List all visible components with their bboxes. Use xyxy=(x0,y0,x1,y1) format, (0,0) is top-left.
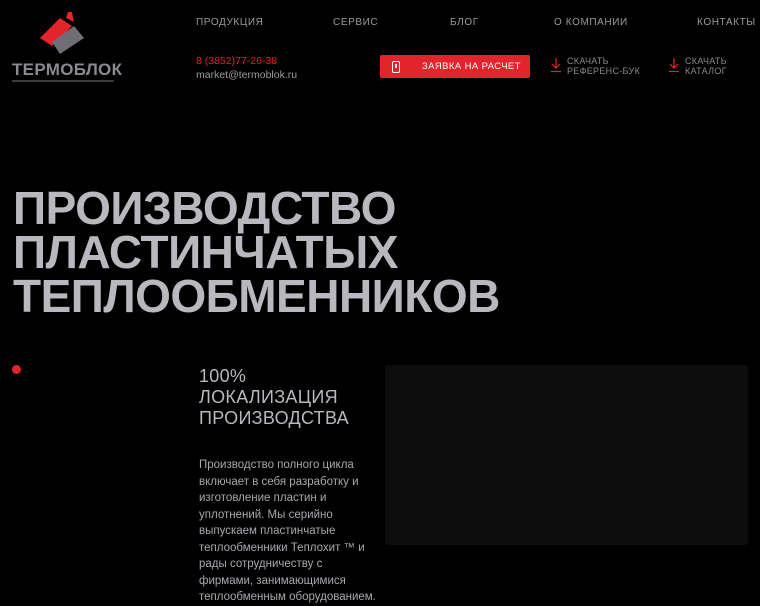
slide-indicator-dot[interactable] xyxy=(12,365,21,374)
main-nav: ПРОДУКЦИЯ СЕРВИС БЛОГ О КОМПАНИИ КОНТАКТ… xyxy=(0,17,760,31)
download-reference-book-label: СКАЧАТЬ РЕФЕРЕНС-БУК xyxy=(567,56,641,76)
nav-item-service[interactable]: СЕРВИС xyxy=(333,17,378,28)
download-icon xyxy=(551,58,561,73)
phone-icon xyxy=(392,60,400,73)
feature-title-line: ПРОИЗВОДСТВА xyxy=(199,408,349,428)
hero-title: ПРОИЗВОДСТВО ПЛАСТИНЧАТЫХ ТЕПЛООБМЕННИКО… xyxy=(13,182,500,322)
hero-title-line: ПЛАСТИНЧАТЫХ xyxy=(13,226,398,278)
logo-tagline-bar xyxy=(12,80,114,82)
feature-description: Производство полного цикла включает в се… xyxy=(199,459,376,603)
download-catalog-label: СКАЧАТЬ КАТАЛОГ xyxy=(685,56,727,76)
request-calculation-button[interactable]: ЗАЯВКА НА РАСЧЕТ xyxy=(380,55,530,78)
nav-item-about[interactable]: О КОМПАНИИ xyxy=(554,17,628,28)
download-catalog-link[interactable]: СКАЧАТЬ КАТАЛОГ xyxy=(668,56,727,76)
phone-link[interactable]: 8 (3852)77-26-38 xyxy=(196,54,297,68)
contact-block: 8 (3852)77-26-38 market@termoblok.ru xyxy=(196,54,297,82)
hero-title-line: ТЕПЛООБМЕННИКОВ xyxy=(13,270,500,322)
request-calculation-label: ЗАЯВКА НА РАСЧЕТ xyxy=(422,61,521,72)
nav-item-blog[interactable]: БЛОГ xyxy=(450,17,479,28)
media-placeholder xyxy=(385,365,748,545)
feature-title-line: 100% xyxy=(199,366,247,386)
feature-title-line: ЛОКАЛИЗАЦИЯ xyxy=(199,387,338,407)
hero-title-line: ПРОИЗВОДСТВО xyxy=(13,182,396,234)
nav-item-products[interactable]: ПРОДУКЦИЯ xyxy=(196,17,263,28)
download-reference-book-link[interactable]: СКАЧАТЬ РЕФЕРЕНС-БУК xyxy=(550,56,641,76)
logo-wordmark: ТЕРМОБЛОК xyxy=(12,60,123,79)
email-link[interactable]: market@termoblok.ru xyxy=(196,68,297,82)
download-icon xyxy=(669,58,679,73)
feature-title: 100% ЛОКАЛИЗАЦИЯ ПРОИЗВОДСТВА xyxy=(199,366,349,429)
nav-item-contacts[interactable]: КОНТАКТЫ xyxy=(697,17,756,28)
